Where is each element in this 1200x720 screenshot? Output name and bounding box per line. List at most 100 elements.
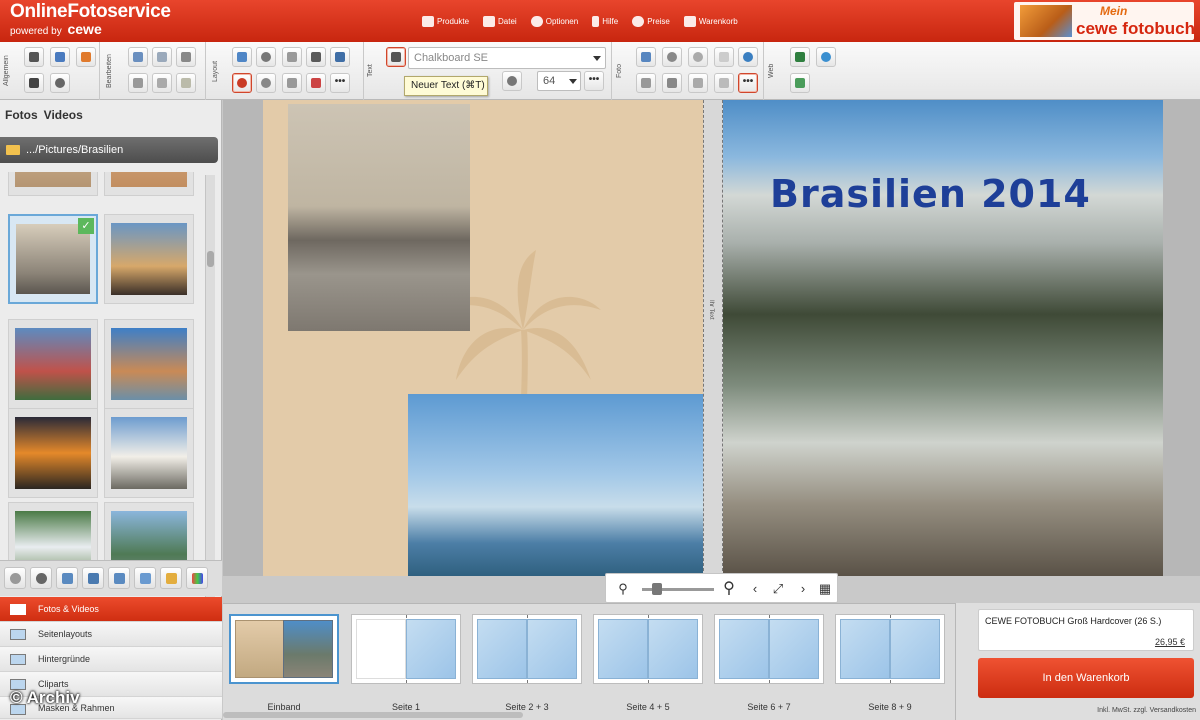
web-globe-button[interactable] [816,47,836,67]
layout-more-button[interactable]: ••• [330,73,350,93]
zoom-in-icon[interactable]: ⚲ [720,581,738,599]
menu-hintergruende[interactable]: Hintergründe [0,647,222,672]
page-thumb-seite-4-5[interactable]: Seite 4 + 5 [593,612,703,712]
frame-button[interactable] [688,73,708,93]
color-drop-icon [507,76,517,86]
photo-thumbnail[interactable] [8,408,98,498]
redo-button[interactable] [152,47,172,67]
tab-fotos[interactable]: Fotos [5,108,38,122]
profile-button[interactable] [76,47,96,67]
new-text-button[interactable] [386,47,406,67]
photo-fort-harbor[interactable] [408,394,703,576]
zoom-out-icon[interactable]: ⚲ [614,581,632,599]
folder-path[interactable]: .../Pictures/Brasilien [0,137,218,163]
nav-produkte[interactable]: Produkte [422,13,469,29]
copy-button[interactable] [152,73,172,93]
photo-thumbnail[interactable] [104,214,194,304]
photo-thumbnail-selected[interactable]: ✓ [8,214,98,304]
nav-datei[interactable]: Datei [483,13,517,29]
photo-thumbnail[interactable] [104,172,194,196]
book-back-cover[interactable] [263,100,703,576]
remove-object-button[interactable] [306,73,326,93]
text-more-button[interactable]: ••• [584,71,604,91]
menu-seitenlayouts[interactable]: Seitenlayouts [0,622,222,647]
page-thumb-seite-2-3[interactable]: Seite 2 + 3 [472,612,582,712]
page-options-icon[interactable]: ▦ [816,581,834,599]
globe-button[interactable] [738,47,758,67]
page-strip-scrollbar[interactable] [223,712,523,718]
copy-icon [157,78,167,88]
chevron-down-icon [593,56,601,61]
page-thumb-seite-1[interactable]: Seite 1 [351,612,461,712]
color-filter-button[interactable] [186,567,208,589]
delete-button[interactable] [176,47,196,67]
zoom-in-thumbs-button[interactable] [30,567,52,589]
cart-icon [683,15,696,27]
photo-thumbnail[interactable] [104,319,194,409]
photo-thumbnail[interactable] [104,408,194,498]
fit-button[interactable] [714,73,734,93]
send-backward-button[interactable] [330,47,350,67]
save-button[interactable] [24,47,44,67]
font-size-select[interactable]: 64 [537,71,581,91]
nav-warenkorb[interactable]: Warenkorb [683,13,738,29]
filter-button[interactable] [636,73,656,93]
page-thumb-seite-8-9[interactable]: Seite 8 + 9 [835,612,945,712]
web-upload-button[interactable] [790,73,810,93]
rotate-left-button[interactable] [256,73,276,93]
question-icon [592,15,600,27]
magnet-button[interactable] [232,73,252,93]
font-select[interactable]: Chalkboard SE [408,47,606,69]
toolbar-group-foto: Foto ••• [612,42,764,100]
view-list-button[interactable] [56,567,78,589]
grid-icon [88,573,99,584]
grid-button[interactable] [232,47,252,67]
color-icon [192,573,203,584]
next-page-icon[interactable]: › [794,581,812,599]
previous-page-icon[interactable]: ‹ [746,581,764,599]
page-thumb-einband[interactable]: Einband [229,612,339,712]
open-folder-button[interactable] [160,567,182,589]
photo-edit-button[interactable] [636,47,656,67]
save-as-button[interactable] [50,47,70,67]
tab-videos[interactable]: Videos [44,108,83,122]
view-detail-button[interactable] [108,567,130,589]
rotate-button[interactable] [256,47,276,67]
nav-hilfe[interactable]: Hilfe [592,13,618,29]
zoom-slider-handle[interactable] [652,583,662,595]
remove-icon [311,78,321,88]
view-grid-button[interactable] [82,567,104,589]
photo-thumbnail[interactable] [8,172,98,196]
book-front-cover[interactable]: Brasilien 2014 [723,100,1163,576]
product-price[interactable]: 26,95 € [1155,637,1185,647]
nav-preise[interactable]: Preise [632,13,670,29]
text-color-button[interactable] [502,71,522,91]
redeye-button[interactable] [662,47,682,67]
enhance-button[interactable] [688,47,708,67]
replace-photo-button[interactable] [662,73,682,93]
crop-button[interactable] [714,47,734,67]
view-large-button[interactable] [134,567,156,589]
scrollbar-thumb[interactable] [207,251,214,267]
paste-button[interactable] [176,73,196,93]
bring-forward-button[interactable] [306,47,326,67]
web-share-button[interactable] [790,47,810,67]
menu-fotos-videos[interactable]: Fotos & Videos [0,597,222,622]
photo-more-button[interactable]: ••• [738,73,758,93]
photo-lighthouse-beach[interactable] [288,104,470,331]
settings-button[interactable] [50,73,70,93]
align-button[interactable] [282,73,302,93]
fullscreen-icon[interactable]: ⤢ [769,581,787,599]
page-thumb-seite-6-7[interactable]: Seite 6 + 7 [714,612,824,712]
copyright-watermark: © Archiv [10,688,80,707]
add-to-cart-button[interactable]: In den Warenkorb [978,658,1194,698]
book-spine[interactable]: Ihr Text [703,100,723,576]
flip-button[interactable] [282,47,302,67]
undo-button[interactable] [128,47,148,67]
nav-optionen[interactable]: Optionen [530,13,578,29]
zoom-out-thumbs-button[interactable] [4,567,26,589]
cut-button[interactable] [128,73,148,93]
export-button[interactable] [24,73,44,93]
cover-title-text[interactable]: Brasilien 2014 [770,172,1091,216]
photo-thumbnail[interactable] [8,319,98,409]
